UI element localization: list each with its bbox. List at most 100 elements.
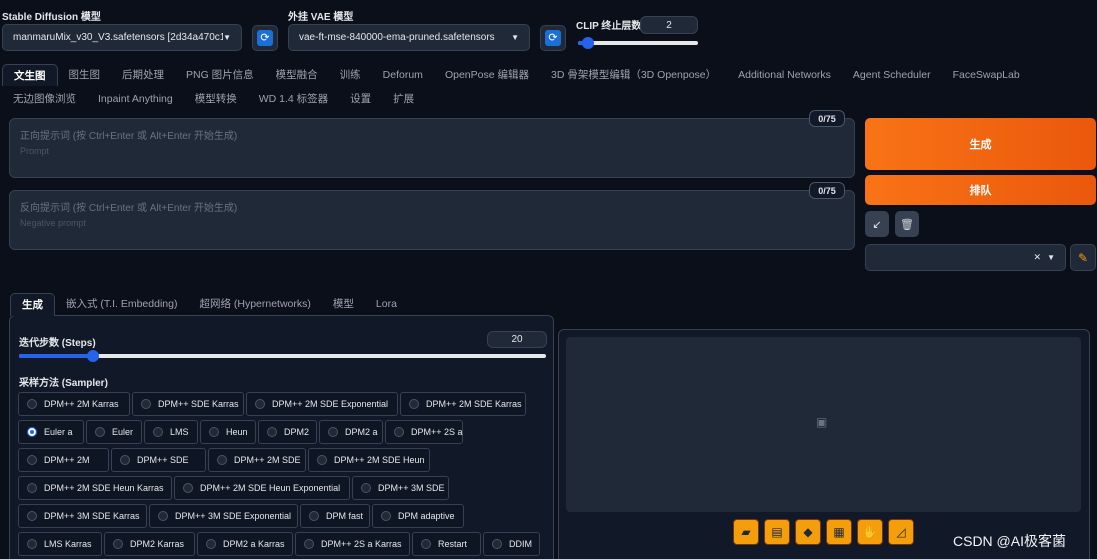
sampler-option[interactable]: Restart	[412, 532, 481, 556]
settings-tab[interactable]: 生成	[10, 293, 55, 316]
sampler-option[interactable]: DPM++ 2M	[18, 448, 109, 472]
sampler-option[interactable]: DPM2 Karras	[104, 532, 195, 556]
radio-icon[interactable]	[421, 539, 431, 549]
radio-icon[interactable]	[206, 539, 216, 549]
send-to-img2img-icon[interactable]: ▦	[826, 519, 852, 545]
radio-icon[interactable]	[361, 483, 371, 493]
save-icon[interactable]: ▤	[764, 519, 790, 545]
radio-icon[interactable]	[27, 483, 37, 493]
steps-input[interactable]: 20	[487, 331, 547, 348]
radio-icon[interactable]	[328, 427, 338, 437]
radio-icon[interactable]	[317, 455, 327, 465]
queue-button[interactable]: 排队	[865, 175, 1096, 205]
main-tab[interactable]: 训练	[329, 64, 372, 86]
radio-icon[interactable]	[158, 511, 168, 521]
edit-styles-button[interactable]: ✎	[1070, 244, 1096, 271]
sampler-option[interactable]: DPM++ 2S a	[385, 420, 463, 444]
sampler-option[interactable]: DPM++ 2M SDE Heun	[308, 448, 430, 472]
sampler-option[interactable]: DPM++ 2M SDE Heun Karras	[18, 476, 172, 500]
radio-icon[interactable]	[217, 455, 227, 465]
sampler-option[interactable]: DPM++ SDE Karras	[132, 392, 244, 416]
radio-icon[interactable]	[394, 427, 404, 437]
clip-skip-input[interactable]: 2	[640, 16, 698, 34]
vae-model-dropdown[interactable]: vae-ft-mse-840000-ema-pruned.safetensors…	[288, 24, 530, 51]
main-tab[interactable]: Additional Networks	[727, 64, 842, 86]
sampler-option[interactable]: DPM++ 2M SDE Exponential	[246, 392, 398, 416]
sampler-option[interactable]: DPM2 a	[319, 420, 383, 444]
prompt-textarea[interactable]: 正向提示词 (按 Ctrl+Enter 或 Alt+Enter 开始生成) Pr…	[9, 118, 855, 178]
radio-icon[interactable]	[492, 539, 502, 549]
radio-icon[interactable]	[141, 399, 151, 409]
sampler-option[interactable]: DPM++ SDE	[111, 448, 206, 472]
radio-icon[interactable]	[153, 427, 163, 437]
refresh-sd-model-button[interactable]: ⟳	[252, 25, 278, 51]
settings-tab[interactable]: 嵌入式 (T.I. Embedding)	[55, 293, 188, 316]
sampler-option[interactable]: LMS Karras	[18, 532, 102, 556]
sampler-option[interactable]: DPM++ 3M SDE Karras	[18, 504, 147, 528]
sampler-option[interactable]: DPM++ 3M SDE	[352, 476, 449, 500]
sampler-option[interactable]: DPM++ 2M Karras	[18, 392, 130, 416]
main-tab[interactable]: 文生图	[2, 64, 58, 86]
settings-tab[interactable]: 超网络 (Hypernetworks)	[188, 293, 321, 316]
radio-icon[interactable]	[209, 427, 219, 437]
main-tab[interactable]: OpenPose 编辑器	[434, 64, 540, 86]
main-tab[interactable]: Deforum	[372, 64, 434, 86]
sampler-option[interactable]: DPM2 a Karras	[197, 532, 293, 556]
clear-prompt-button[interactable]: 🗑	[895, 211, 919, 237]
main-tab[interactable]: 模型融合	[265, 64, 329, 86]
read-params-button[interactable]: ↙	[865, 211, 889, 237]
radio-icon[interactable]	[267, 427, 277, 437]
radio-icon[interactable]	[113, 539, 123, 549]
radio-icon[interactable]	[304, 539, 314, 549]
styles-dropdown[interactable]: ✕ ▼	[865, 244, 1066, 271]
main-tab[interactable]: 无边图像浏览	[2, 88, 87, 110]
refresh-vae-button[interactable]: ⟳	[540, 25, 566, 51]
main-tab[interactable]: PNG 图片信息	[175, 64, 265, 86]
radio-icon[interactable]	[309, 511, 319, 521]
sampler-option[interactable]: Euler	[86, 420, 142, 444]
radio-icon[interactable]	[183, 483, 193, 493]
sampler-option[interactable]: DPM fast	[300, 504, 370, 528]
sampler-option[interactable]: DPM2	[258, 420, 317, 444]
slider-thumb[interactable]	[582, 37, 594, 49]
clear-icon[interactable]: ✕	[1034, 252, 1042, 263]
main-tab[interactable]: 后期处理	[111, 64, 175, 86]
sampler-option[interactable]: Euler a	[18, 420, 84, 444]
send-to-inpaint-icon[interactable]: ✋	[857, 519, 883, 545]
zip-icon[interactable]: ◆	[795, 519, 821, 545]
sampler-option[interactable]: DPM++ 2M SDE Karras	[400, 392, 526, 416]
radio-icon[interactable]	[27, 399, 37, 409]
main-tab[interactable]: WD 1.4 标签器	[248, 88, 339, 110]
sampler-option[interactable]: DPM++ 2S a Karras	[295, 532, 410, 556]
main-tab[interactable]: 模型转换	[184, 88, 248, 110]
radio-icon[interactable]	[27, 511, 37, 521]
sampler-option[interactable]: DPM++ 2M SDE Heun Exponential	[174, 476, 350, 500]
main-tab[interactable]: Agent Scheduler	[842, 64, 942, 86]
radio-icon[interactable]	[27, 427, 37, 437]
sampler-option[interactable]: Heun	[200, 420, 256, 444]
main-tab[interactable]: 设置	[339, 88, 382, 110]
radio-icon[interactable]	[27, 539, 37, 549]
send-to-extras-icon[interactable]: ◿	[888, 519, 914, 545]
generate-button[interactable]: 生成	[865, 118, 1096, 170]
radio-icon[interactable]	[27, 455, 37, 465]
sampler-option[interactable]: DPM++ 3M SDE Exponential	[149, 504, 298, 528]
steps-slider[interactable]	[19, 350, 546, 362]
radio-icon[interactable]	[381, 511, 391, 521]
radio-icon[interactable]	[409, 399, 419, 409]
main-tab[interactable]: 图生图	[58, 64, 112, 86]
settings-tab[interactable]: Lora	[365, 293, 408, 316]
sd-model-dropdown[interactable]: manmaruMix_v30_V3.safetensors [2d34a470c…	[2, 24, 242, 51]
main-tab[interactable]: 3D 骨架模型编辑（3D Openpose）	[540, 64, 727, 86]
slider-thumb[interactable]	[87, 350, 99, 362]
main-tab[interactable]: Inpaint Anything	[87, 88, 184, 110]
radio-icon[interactable]	[95, 427, 105, 437]
radio-icon[interactable]	[120, 455, 130, 465]
radio-icon[interactable]	[255, 399, 265, 409]
negative-prompt-textarea[interactable]: 反向提示词 (按 Ctrl+Enter 或 Alt+Enter 开始生成) Ne…	[9, 190, 855, 250]
sampler-option[interactable]: DDIM	[483, 532, 540, 556]
folder-icon[interactable]: ▰	[733, 519, 759, 545]
clip-skip-slider[interactable]	[578, 37, 698, 49]
main-tab[interactable]: FaceSwapLab	[942, 64, 1031, 86]
sampler-option[interactable]: LMS	[144, 420, 198, 444]
